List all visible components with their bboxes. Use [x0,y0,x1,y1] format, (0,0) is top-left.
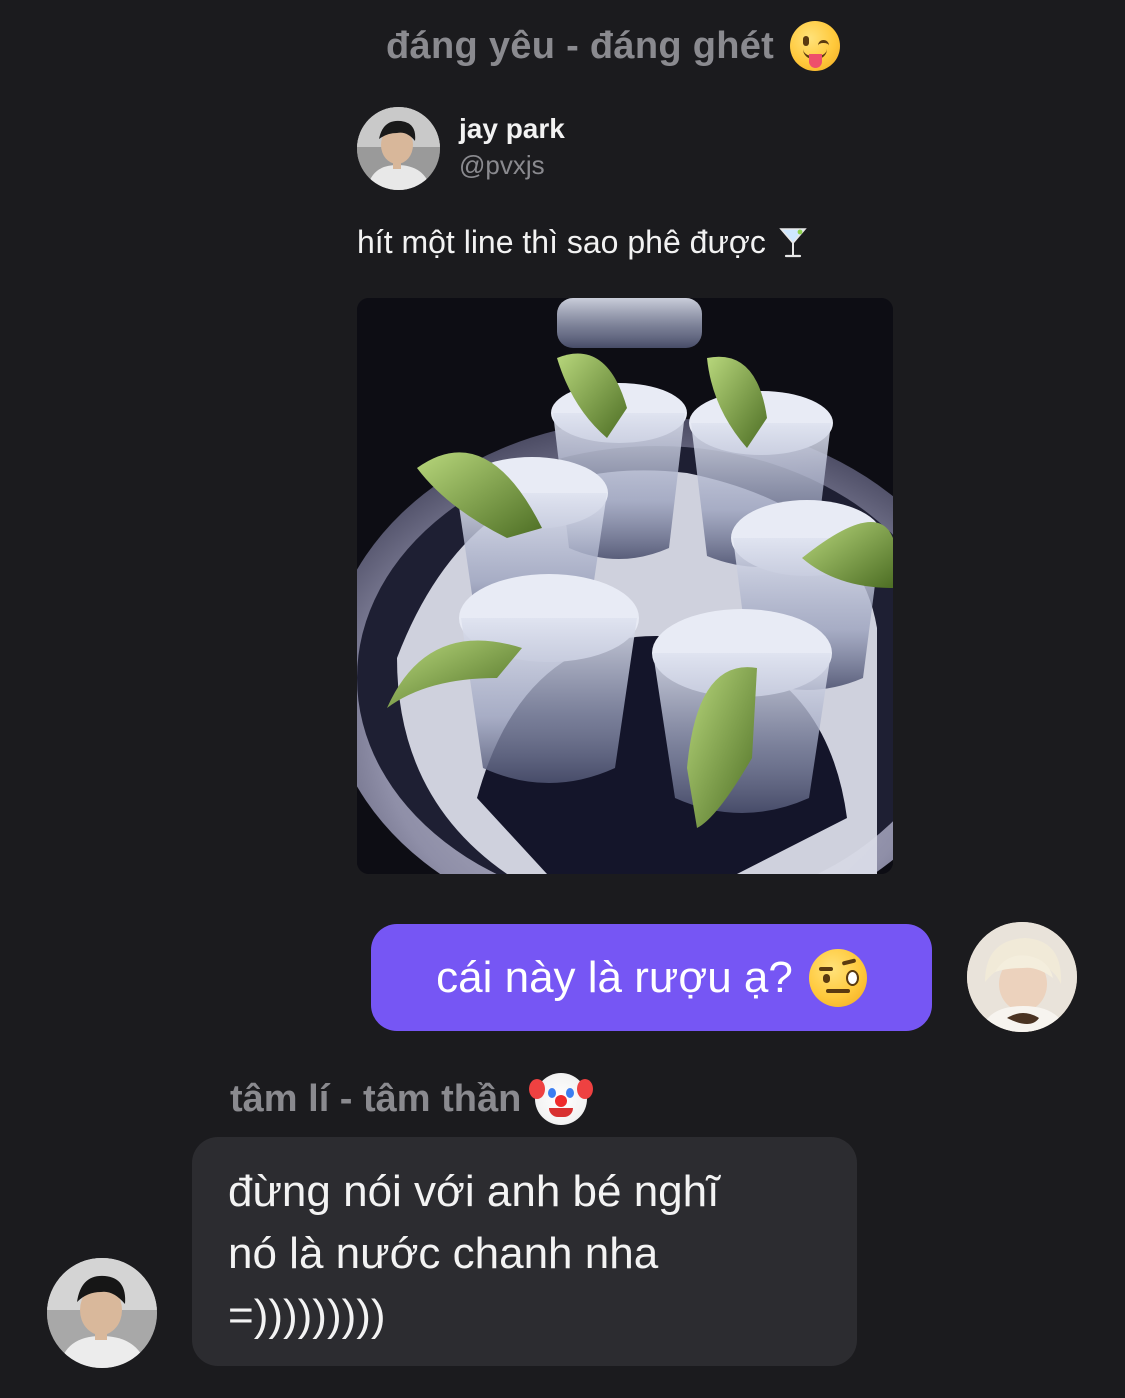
chat-screen: đáng yêu - đáng ghét jay park @pvxjs hít… [0,0,1125,1398]
incoming-message-line: đừng nói với anh bé nghĩ [228,1167,720,1216]
sender-avatar[interactable] [47,1258,157,1368]
post-text: hít một line thì sao phê được [357,224,808,261]
post-author-handle[interactable]: @pvxjs [459,150,545,181]
incoming-message-line: nó là nước chanh nha [228,1229,659,1278]
post-photo[interactable] [357,298,893,874]
clown-face-icon [529,1073,594,1125]
my-avatar[interactable] [967,922,1077,1032]
sender-label: tâm lí - tâm thần [230,1077,522,1120]
cocktail-glass-icon [778,226,808,260]
incoming-message-bubble[interactable]: đừng nói với anh bé nghĩ nó là nước chan… [192,1137,857,1366]
reply-context-header: đáng yêu - đáng ghét [386,18,841,74]
outgoing-message-bubble[interactable]: cái này là rượu ạ? [371,924,932,1031]
face-with-raised-eyebrow-icon [808,948,867,1007]
face-with-tongue-icon [790,21,841,71]
incoming-message-line: =))))))))) [228,1291,386,1340]
reply-context-label: đáng yêu - đáng ghét [386,24,775,67]
post-text-content: hít một line thì sao phê được [357,224,766,260]
post-author-name[interactable]: jay park [459,113,565,145]
post-author-avatar[interactable] [357,107,440,190]
outgoing-message-text: cái này là rượu ạ? [436,952,793,1002]
sender-label-header: tâm lí - tâm thần [230,1072,594,1126]
